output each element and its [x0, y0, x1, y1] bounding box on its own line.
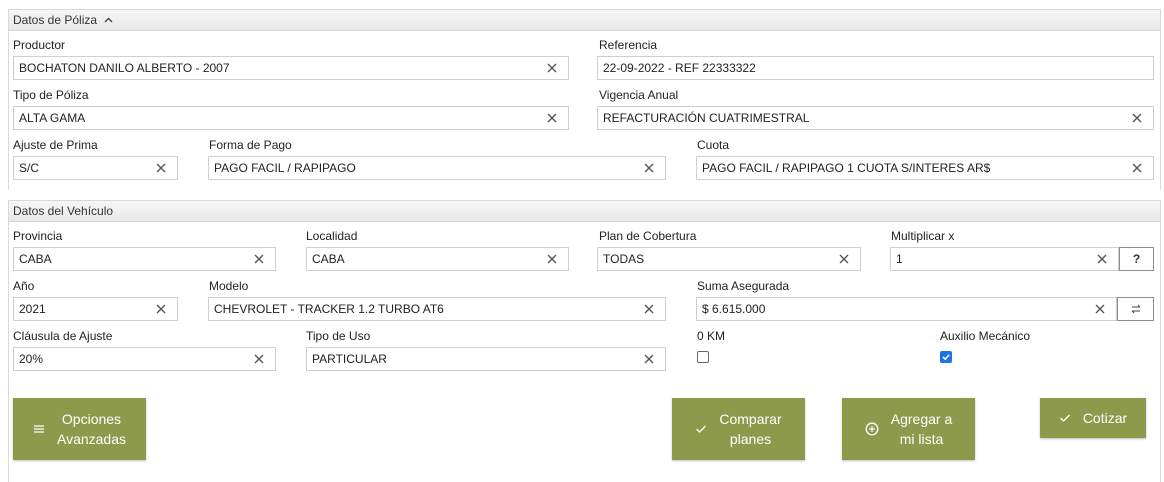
close-icon[interactable] — [838, 253, 850, 265]
suma-value: $ 6.615.000 — [702, 302, 766, 316]
close-icon[interactable] — [1094, 303, 1106, 315]
provincia-value: CABA — [19, 252, 52, 266]
vigencia-label: Vigencia Anual — [599, 88, 679, 102]
close-icon[interactable] — [1096, 253, 1108, 265]
plan-field[interactable]: TODAS — [597, 247, 861, 271]
comparar-line2: planes — [729, 431, 772, 447]
help-button[interactable]: ? — [1119, 247, 1154, 271]
clausula-value: 20% — [19, 352, 44, 366]
cuota-label: Cuota — [697, 138, 730, 152]
anio-value: 2021 — [19, 302, 46, 316]
tipo-uso-value: PARTICULAR — [312, 352, 387, 366]
anio-field[interactable]: 2021 — [13, 297, 178, 321]
check-icon — [942, 354, 950, 361]
tipo-poliza-field[interactable]: ALTA GAMA — [13, 106, 569, 130]
modelo-label: Modelo — [209, 279, 249, 293]
multiplicar-field[interactable]: 1 — [890, 247, 1119, 271]
cuota-field[interactable]: PAGO FACIL / RAPIPAGO 1 CUOTA S/INTERES … — [696, 156, 1154, 180]
close-icon[interactable] — [643, 353, 655, 365]
forma-pago-field[interactable]: PAGO FACIL / RAPIPAGO — [208, 156, 666, 180]
tipo-poliza-value: ALTA GAMA — [19, 111, 86, 125]
close-icon[interactable] — [253, 353, 265, 365]
comparar-planes-button[interactable]: Comparar planes — [672, 398, 805, 460]
forma-pago-label: Forma de Pago — [209, 138, 292, 152]
close-icon[interactable] — [643, 162, 655, 174]
check-icon — [1059, 414, 1070, 422]
ajuste-prima-value: S/C — [19, 161, 40, 175]
tipo-poliza-label: Tipo de Póliza — [13, 88, 89, 102]
vehiculo-panel-title: Datos del Vehículo — [13, 204, 114, 218]
auxilio-label: Auxilio Mecánico — [940, 329, 1031, 343]
provincia-field[interactable]: CABA — [13, 247, 276, 271]
modelo-field[interactable]: CHEVROLET - TRACKER 1.2 TURBO AT6 — [208, 297, 666, 321]
clausula-field[interactable]: 20% — [13, 347, 276, 371]
opciones-avanzadas-button[interactable]: Opciones Avanzadas — [13, 398, 146, 460]
productor-label: Productor — [13, 38, 66, 52]
close-icon[interactable] — [1131, 162, 1143, 174]
close-icon[interactable] — [643, 303, 655, 315]
close-icon[interactable] — [546, 62, 558, 74]
clausula-label: Cláusula de Ajuste — [13, 329, 113, 343]
close-icon[interactable] — [546, 253, 558, 265]
check-icon — [696, 425, 707, 433]
referencia-field[interactable]: 22-09-2022 - REF 22333322 — [597, 56, 1154, 80]
suma-label: Suma Asegurada — [697, 279, 790, 293]
productor-value: BOCHATON DANILO ALBERTO - 2007 — [19, 61, 230, 75]
vigencia-value: REFACTURACIÓN CUATRIMESTRAL — [603, 111, 810, 125]
menu-icon — [33, 425, 44, 433]
ajuste-prima-field[interactable]: S/C — [13, 156, 178, 180]
plan-label: Plan de Cobertura — [599, 229, 697, 243]
close-icon[interactable] — [546, 112, 558, 124]
close-icon[interactable] — [1131, 112, 1143, 124]
tipo-uso-label: Tipo de Uso — [306, 329, 371, 343]
vehiculo-panel-header: Datos del Vehículo — [9, 201, 1160, 222]
poliza-panel-title: Datos de Póliza — [13, 13, 98, 27]
referencia-label: Referencia — [599, 38, 658, 52]
tipo-uso-field[interactable]: PARTICULAR — [306, 347, 666, 371]
poliza-panel-header[interactable]: Datos de Póliza — [9, 10, 1160, 31]
plan-value: TODAS — [603, 252, 645, 266]
cotizar-label: Cotizar — [1082, 410, 1128, 426]
opciones-line2: Avanzadas — [56, 431, 126, 447]
cero-km-label: 0 KM — [697, 329, 726, 343]
agregar-line1: Agregar a — [890, 411, 953, 427]
localidad-label: Localidad — [306, 229, 358, 243]
close-icon[interactable] — [155, 162, 167, 174]
anio-label: Año — [13, 279, 35, 293]
localidad-field[interactable]: CABA — [306, 247, 569, 271]
agregar-lista-button[interactable]: Agregar a mi lista — [842, 398, 975, 460]
cuota-value: PAGO FACIL / RAPIPAGO 1 CUOTA S/INTERES … — [702, 161, 991, 175]
cero-km-checkbox[interactable] — [697, 351, 709, 363]
suma-field[interactable]: $ 6.615.000 — [696, 297, 1117, 321]
close-icon[interactable] — [253, 253, 265, 265]
close-icon[interactable] — [155, 303, 167, 315]
productor-field[interactable]: BOCHATON DANILO ALBERTO - 2007 — [13, 56, 569, 80]
forma-pago-value: PAGO FACIL / RAPIPAGO — [214, 161, 356, 175]
vigencia-field[interactable]: REFACTURACIÓN CUATRIMESTRAL — [597, 106, 1154, 130]
swap-button[interactable] — [1117, 297, 1154, 321]
chevron-up-icon[interactable] — [103, 15, 114, 26]
cotizar-button[interactable]: Cotizar — [1040, 398, 1146, 438]
multiplicar-label: Multiplicar x — [891, 229, 955, 243]
provincia-label: Provincia — [13, 229, 63, 243]
modelo-value: CHEVROLET - TRACKER 1.2 TURBO AT6 — [214, 302, 444, 316]
plus-circle-icon — [865, 422, 879, 436]
localidad-value: CABA — [312, 252, 345, 266]
referencia-value: 22-09-2022 - REF 22333322 — [603, 61, 756, 75]
multiplicar-value: 1 — [896, 252, 903, 266]
ajuste-prima-label: Ajuste de Prima — [13, 138, 98, 152]
opciones-line1: Opciones — [61, 411, 122, 427]
agregar-line2: mi lista — [899, 431, 944, 447]
swap-icon — [1131, 304, 1140, 314]
comparar-line1: Comparar — [719, 411, 782, 427]
auxilio-checkbox[interactable] — [940, 351, 952, 363]
